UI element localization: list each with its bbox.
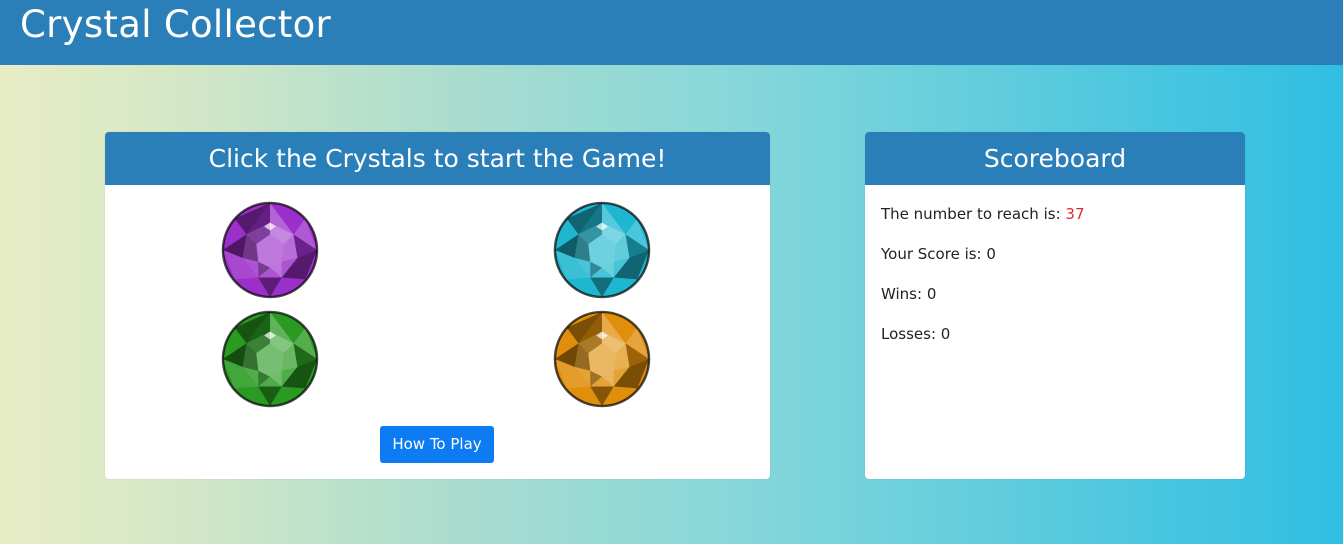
wins-label: Wins: — [881, 285, 923, 303]
cyan-crystal-button[interactable] — [553, 201, 651, 299]
how-to-play-button[interactable]: How To Play — [380, 426, 494, 463]
score-value: 0 — [986, 245, 996, 263]
target-label: The number to reach is: — [881, 205, 1061, 223]
scoreboard-body: The number to reach is: 37 Your Score is… — [865, 185, 1245, 343]
current-score-line: Your Score is: 0 — [881, 245, 1229, 263]
amber-crystal-button[interactable] — [553, 310, 651, 408]
green-crystal-button[interactable] — [221, 310, 319, 408]
score-label: Your Score is: — [881, 245, 982, 263]
app-title: Crystal Collector — [20, 3, 332, 46]
scoreboard-heading: Scoreboard — [865, 132, 1245, 185]
target-number-line: The number to reach is: 37 — [881, 205, 1229, 223]
purple-crystal-button[interactable] — [221, 201, 319, 299]
game-panel-heading: Click the Crystals to start the Game! — [105, 132, 770, 185]
losses-line: Losses: 0 — [881, 325, 1229, 343]
losses-label: Losses: — [881, 325, 936, 343]
losses-value: 0 — [940, 325, 951, 343]
target-number-value: 37 — [1065, 205, 1085, 223]
scoreboard-panel: Scoreboard The number to reach is: 37 Yo… — [865, 132, 1245, 479]
wins-value: 0 — [926, 285, 937, 303]
wins-line: Wins: 0 — [881, 285, 1229, 303]
top-header-bar: Crystal Collector — [0, 0, 1343, 65]
game-panel: Click the Crystals to start the Game! Ho… — [105, 132, 770, 479]
